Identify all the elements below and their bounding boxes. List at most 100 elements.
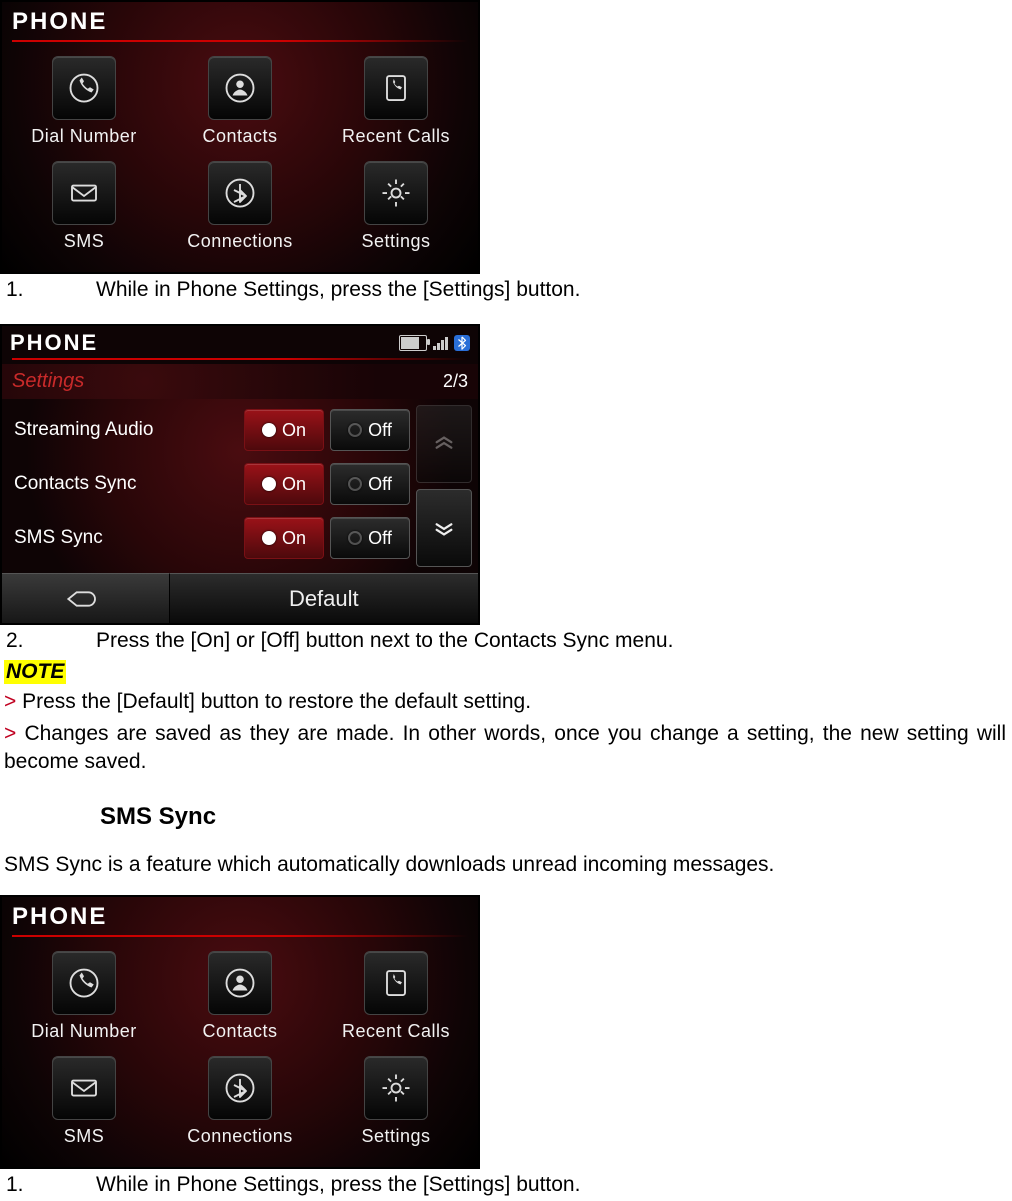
menu-connections[interactable]: Connections: [165, 1050, 315, 1155]
spacer: [0, 306, 1012, 324]
row-label: Contacts Sync: [14, 473, 184, 495]
phone-handset-icon: [52, 56, 116, 120]
toggle-group: On Off: [244, 409, 410, 451]
title-underline: [12, 40, 468, 42]
menu-label: Settings: [321, 1126, 471, 1147]
scroll-down-button[interactable]: [416, 489, 472, 567]
envelope-icon: [52, 161, 116, 225]
bluetooth-circle-icon: [208, 161, 272, 225]
row-contacts-sync: Contacts Sync On Off: [14, 457, 410, 511]
menu-label: Connections: [165, 1126, 315, 1147]
gear-icon: [364, 161, 428, 225]
scroll-up-button[interactable]: [416, 405, 472, 483]
section-heading-sms-sync: SMS Sync: [0, 779, 1012, 851]
menu-label: Contacts: [165, 126, 315, 147]
title-underline: [12, 358, 468, 360]
contacts-sync-on-button[interactable]: On: [244, 463, 324, 505]
default-button[interactable]: Default: [170, 573, 478, 623]
menu-label: Connections: [165, 231, 315, 252]
status-bar: PHONE: [2, 326, 478, 358]
menu-contacts[interactable]: Contacts: [165, 50, 315, 155]
menu-label: SMS: [9, 231, 159, 252]
settings-subheader: Settings 2/3: [2, 364, 478, 399]
step-2-text: Press the [On] or [Off] button next to t…: [96, 627, 673, 655]
menu-label: Contacts: [165, 1021, 315, 1042]
step-3: 1. While in Phone Settings, press the [S…: [0, 1169, 1012, 1201]
signal-icon: [433, 336, 448, 350]
bluetooth-icon: [454, 335, 470, 351]
menu-grid: Dial Number Contacts Recent Calls SMS Co: [2, 46, 478, 272]
contacts-icon: [208, 951, 272, 1015]
menu-label: Dial Number: [9, 126, 159, 147]
screen-title: PHONE: [2, 2, 478, 40]
step-3-text: While in Phone Settings, press the [Sett…: [96, 1171, 580, 1199]
off-label: Off: [368, 420, 392, 441]
streaming-audio-off-button[interactable]: Off: [330, 409, 410, 451]
settings-subtitle: Settings: [12, 370, 84, 393]
angle-marker: >: [4, 690, 22, 713]
bottom-bar: Default: [2, 573, 478, 623]
streaming-audio-on-button[interactable]: On: [244, 409, 324, 451]
menu-label: Recent Calls: [321, 126, 471, 147]
step-2: 2. Press the [On] or [Off] button next t…: [0, 625, 1012, 657]
off-label: Off: [368, 528, 392, 549]
settings-rows: Streaming Audio On Off Contacts Sync On …: [2, 399, 416, 573]
off-label: Off: [368, 474, 392, 495]
battery-icon: [399, 335, 427, 351]
scroll-arrows: [416, 399, 478, 573]
menu-connections[interactable]: Connections: [165, 155, 315, 260]
row-streaming-audio: Streaming Audio On Off: [14, 403, 410, 457]
step-3-number: 1.: [6, 1171, 96, 1199]
back-button[interactable]: [2, 573, 170, 623]
on-label: On: [282, 420, 306, 441]
sms-sync-on-button[interactable]: On: [244, 517, 324, 559]
row-sms-sync: SMS Sync On Off: [14, 511, 410, 565]
menu-contacts[interactable]: Contacts: [165, 945, 315, 1050]
sms-sync-off-button[interactable]: Off: [330, 517, 410, 559]
phone-settings-screen: PHONE Settings 2/3 Streaming Audio On Of…: [0, 324, 480, 625]
step-1-text: While in Phone Settings, press the [Sett…: [96, 276, 580, 304]
toggle-group: On Off: [244, 517, 410, 559]
note-2-text: Changes are saved as they are made. In o…: [4, 722, 1006, 773]
settings-body: Streaming Audio On Off Contacts Sync On …: [2, 399, 478, 573]
menu-recent-calls[interactable]: Recent Calls: [321, 945, 471, 1050]
bluetooth-circle-icon: [208, 1056, 272, 1120]
phone-handset-icon: [52, 951, 116, 1015]
menu-label: Recent Calls: [321, 1021, 471, 1042]
phone-menu-screen-2: PHONE Dial Number Contacts Recent Calls: [0, 895, 480, 1169]
menu-settings[interactable]: Settings: [321, 1050, 471, 1155]
section-description: SMS Sync is a feature which automaticall…: [0, 851, 1012, 895]
menu-dial-number[interactable]: Dial Number: [9, 50, 159, 155]
recent-calls-icon: [364, 56, 428, 120]
menu-label: SMS: [9, 1126, 159, 1147]
menu-label: Settings: [321, 231, 471, 252]
row-label: Streaming Audio: [14, 419, 184, 441]
menu-grid: Dial Number Contacts Recent Calls SMS Co: [2, 941, 478, 1167]
row-label: SMS Sync: [14, 527, 184, 549]
gear-icon: [364, 1056, 428, 1120]
menu-sms[interactable]: SMS: [9, 155, 159, 260]
note-line-1: > Press the [Default] button to restore …: [0, 686, 1012, 718]
step-1: 1. While in Phone Settings, press the [S…: [0, 274, 1012, 306]
menu-sms[interactable]: SMS: [9, 1050, 159, 1155]
note-1-text: Press the [Default] button to restore th…: [22, 690, 531, 713]
menu-label: Dial Number: [9, 1021, 159, 1042]
recent-calls-icon: [364, 951, 428, 1015]
menu-settings[interactable]: Settings: [321, 155, 471, 260]
status-icons: [399, 335, 470, 351]
note-heading: NOTE: [4, 660, 66, 684]
on-label: On: [282, 474, 306, 495]
step-2-number: 2.: [6, 627, 96, 655]
on-label: On: [282, 528, 306, 549]
note-line-2: > Changes are saved as they are made. In…: [0, 718, 1012, 779]
contacts-icon: [208, 56, 272, 120]
screen-title: PHONE: [2, 897, 478, 935]
contacts-sync-off-button[interactable]: Off: [330, 463, 410, 505]
toggle-group: On Off: [244, 463, 410, 505]
envelope-icon: [52, 1056, 116, 1120]
angle-marker: >: [4, 722, 24, 745]
menu-recent-calls[interactable]: Recent Calls: [321, 50, 471, 155]
page-indicator: 2/3: [443, 371, 468, 392]
menu-dial-number[interactable]: Dial Number: [9, 945, 159, 1050]
step-1-number: 1.: [6, 276, 96, 304]
